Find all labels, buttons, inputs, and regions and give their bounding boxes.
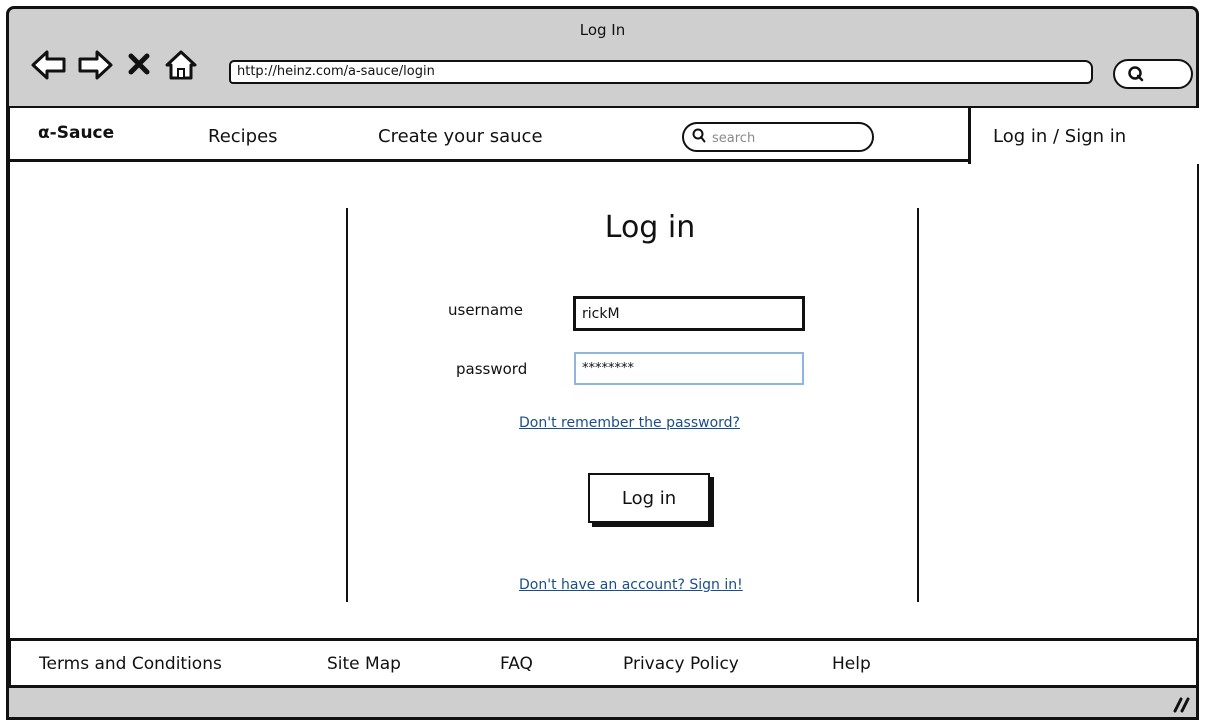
search-icon [1127,65,1145,87]
panel-divider-right [917,208,919,602]
address-bar[interactable]: http://heinz.com/a-sauce/login [229,60,1093,84]
site-search[interactable] [682,122,874,152]
nav-item-recipes[interactable]: Recipes [208,126,278,147]
browser-search-field[interactable] [1113,59,1193,89]
login-button[interactable]: Log in [588,473,710,523]
nav-item-create-sauce[interactable]: Create your sauce [378,126,543,147]
footer-link-faq[interactable]: FAQ [500,654,533,674]
page-content: α-Sauce Recipes Create your sauce Log in… [8,106,1199,688]
forgot-password-link[interactable]: Don't remember the password? [519,415,740,431]
username-label: username [448,301,523,319]
tab-login-sign-in[interactable]: Log in / Sign in [968,108,1199,164]
forward-arrow-icon[interactable] [77,49,113,85]
close-icon[interactable] [127,52,151,80]
window-title: Log In [579,21,626,39]
search-input[interactable] [710,126,864,150]
site-logo[interactable]: α-Sauce [38,123,114,143]
password-label: password [456,360,528,378]
username-field[interactable] [573,296,805,331]
footer-link-terms[interactable]: Terms and Conditions [39,654,222,674]
home-icon[interactable] [164,49,198,85]
footer: Terms and Conditions Site Map FAQ Privac… [8,638,1199,688]
panel-divider-left [346,208,348,602]
resize-grip-icon[interactable] [1169,694,1191,718]
footer-link-privacy[interactable]: Privacy Policy [623,654,739,674]
page-title: Log in [604,210,696,245]
back-arrow-icon[interactable] [31,49,67,85]
password-field[interactable] [574,352,804,385]
top-navigation: α-Sauce Recipes Create your sauce [10,108,968,162]
search-icon [692,128,706,148]
footer-link-help[interactable]: Help [832,654,871,674]
status-bar [0,690,1205,721]
footer-link-site-map[interactable]: Site Map [327,654,401,674]
sign-up-link[interactable]: Don't have an account? Sign in! [519,577,743,593]
